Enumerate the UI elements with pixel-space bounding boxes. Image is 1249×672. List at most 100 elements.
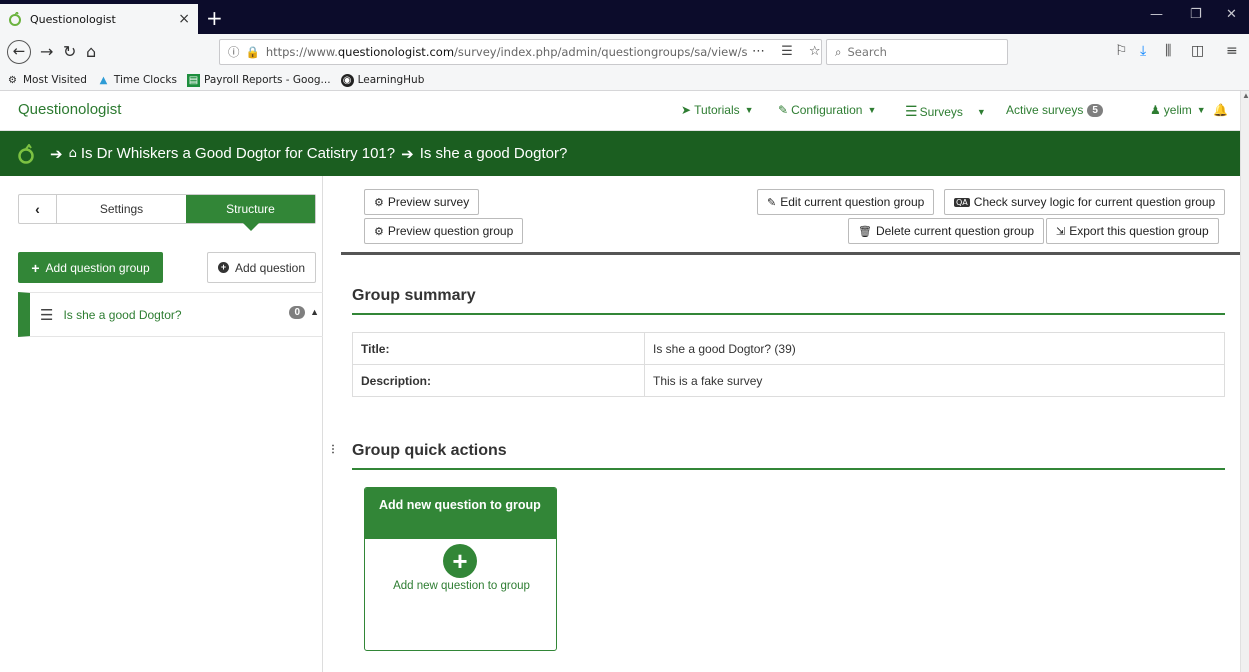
translate-icon[interactable]: ⚐ [1115,43,1128,59]
bookmarks-bar: ⚙ Most Visited ▲ Time Clocks ▤ Payroll R… [0,70,1249,91]
close-window-icon[interactable]: ✕ [1226,7,1237,22]
reload-icon[interactable]: ↻ [63,42,76,61]
close-tab-icon[interactable]: × [178,11,190,27]
gear-icon: ⚙ [374,195,384,209]
plus-circle-icon: + [443,544,477,578]
forward-icon[interactable]: → [40,42,53,61]
group-summary-heading: Group summary [352,287,476,304]
home-icon[interactable]: ⌂ [86,42,96,61]
user-icon: ♟ [1150,103,1161,117]
breadcrumb-survey[interactable]: Is Dr Whiskers a Good Dogtor for Catistr… [81,145,395,162]
nav-active-surveys[interactable]: Active surveys 5 [1006,103,1103,117]
back-icon[interactable]: ← [7,40,31,64]
home-icon: ⌂ [68,146,77,161]
caret-down-icon: ▼ [976,106,986,117]
drag-handle-icon[interactable]: ☰ [40,306,53,324]
tab-structure[interactable]: Structure [186,195,315,231]
active-surveys-badge: 5 [1087,103,1103,117]
collapse-sidebar-button[interactable]: ‹ [19,195,57,223]
bookmark-label: Time Clocks [113,74,177,86]
app-header: Questionologist ➤ Tutorials ▼ ✎ Configur… [0,91,1240,131]
drop-icon: ▲ [99,74,108,86]
scroll-up-icon[interactable]: ▲ [1242,91,1249,100]
library-icon[interactable]: ⫼ [1165,43,1171,59]
app-brand[interactable]: Questionologist [18,101,121,118]
preview-question-group-button[interactable]: ⚙ Preview question group [364,218,524,244]
add-question-group-button[interactable]: + Add question group [18,252,163,283]
arrow-right-icon: ➔ [50,144,63,163]
tab-title: Questionologist [30,12,116,26]
url-path: /survey/index.php/admin/questiongroups/s… [454,45,748,59]
trash-icon: 🗑 [858,224,872,238]
url-prefix: https://www. [265,45,338,59]
summary-key: Description: [352,364,645,397]
logic-check-icon: QA [954,197,970,207]
export-icon: ⇲ [1056,224,1066,238]
arrow-right-icon: ➔ [401,144,414,163]
edit-group-button[interactable]: ✎ Edit current question group [757,189,935,215]
gear-icon: ⚙ [8,74,17,86]
edit-group-label: Edit current question group [780,195,925,209]
nav-user[interactable]: ♟ yelim ▼ [1150,103,1206,117]
plus-circle-icon: + [217,262,229,273]
bell-icon[interactable]: 🔔 [1213,103,1228,117]
summary-value: This is a fake survey [644,364,1225,397]
group-quick-actions-heading: Group quick actions [352,442,507,459]
nav-tutorials[interactable]: ➤ Tutorials ▼ [681,103,754,117]
delete-group-label: Delete current question group [875,224,1035,238]
caret-up-icon[interactable]: ▲ [310,307,319,317]
sheet-icon: ▤ [186,73,200,87]
add-question-group-label: Add question group [45,260,150,275]
add-new-question-card[interactable]: Add new question to group + Add new ques… [364,487,557,651]
nav-surveys[interactable]: ☰ Surveys ▼ [905,103,986,120]
breadcrumb: ➔ ⌂ Is Dr Whiskers a Good Dogtor for Cat… [0,131,1240,176]
group-item-label: Is she a good Dogtor? [63,307,182,322]
browser-tab[interactable]: Questionologist × [0,4,198,34]
questionologist-logo-icon[interactable] [16,143,36,164]
search-input[interactable]: ⌕ Search [826,39,1008,65]
sidebar-item-group[interactable]: ☰ Is she a good Dogtor? 0 ▲ [18,292,323,337]
check-survey-logic-button[interactable]: QA Check survey logic for current questi… [944,189,1226,215]
bookmark-learninghub[interactable]: ◉ LearningHub [340,73,424,87]
minimize-icon[interactable]: — [1150,7,1163,22]
sidebar-icon[interactable]: ◫ [1191,43,1204,59]
page-actions-icons[interactable]: ⋯ ☰ ☆ [752,44,827,59]
caret-down-icon: ▼ [744,105,754,115]
nav-tutorials-label: Tutorials [694,103,740,117]
nav-configuration[interactable]: ✎ Configuration ▼ [778,103,876,117]
browser-nav-bar: ← → ↻ ⌂ ⓘ 🔒 https://www. questionologist.… [0,34,1249,70]
menu-icon[interactable]: ≡ [1226,43,1238,59]
page-scrollbar[interactable]: ▲ [1240,91,1249,672]
browser-tab-bar: Questionologist × + — ❐ ✕ [0,0,1249,34]
delete-group-button[interactable]: 🗑 Delete current question group [848,218,1045,244]
tab-settings[interactable]: Settings [57,195,186,223]
url-bar[interactable]: ⓘ 🔒 https://www. questionologist.com/surv… [219,39,822,65]
preview-survey-button[interactable]: ⚙ Preview survey [364,189,480,215]
info-icon[interactable]: ⓘ [228,44,240,60]
bookmark-payroll-reports[interactable]: ▤ Payroll Reports - Goog... [186,73,331,87]
gear-icon: ⚙ [374,224,384,238]
check-survey-logic-label: Check survey logic for current question … [973,195,1216,209]
panel-resize-handle[interactable]: ⋮ [328,444,338,455]
restore-icon[interactable]: ❐ [1190,7,1202,22]
search-placeholder: Search [847,45,887,59]
summary-value: Is she a good Dogtor? (39) [644,332,1225,365]
section-divider [352,468,1225,470]
download-icon[interactable]: ⤓ [1140,43,1146,59]
bookmark-label: Most Visited [23,74,87,86]
export-group-button[interactable]: ⇲ Export this question group [1046,218,1219,244]
breadcrumb-group: Is she a good Dogtor? [419,145,568,162]
wrench-icon: ✎ [778,103,789,117]
nav-configuration-label: Configuration [791,103,863,117]
bookmark-time-clocks[interactable]: ▲ Time Clocks [97,74,177,87]
new-tab-button[interactable]: + [206,6,223,30]
nav-surveys-label: Surveys [919,104,963,119]
add-question-label: Add question [234,260,306,275]
section-divider [352,313,1225,315]
bookmark-most-visited[interactable]: ⚙ Most Visited [6,74,87,87]
add-question-button[interactable]: + Add question [207,252,316,283]
chevron-left-icon: ‹ [35,201,40,217]
summary-key: Title: [352,332,645,365]
pencil-icon: ✎ [767,195,777,209]
preview-question-group-label: Preview question group [387,224,514,238]
